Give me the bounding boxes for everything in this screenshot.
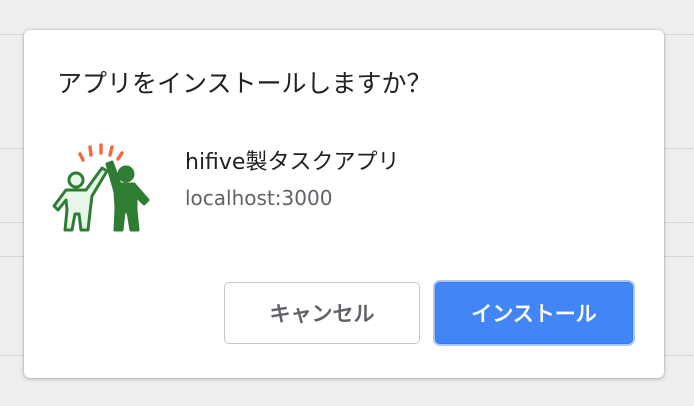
dialog-title: アプリをインストールしますか？ [57,69,432,98]
install-app-dialog: アプリをインストールしますか？ hifive製タスクアプリ localhost:… [24,30,664,378]
app-origin: localhost:3000 [185,186,333,210]
high-five-people-icon [52,140,156,236]
install-button[interactable]: インストール [435,282,633,344]
app-name: hifive製タスクアプリ [185,150,400,175]
cancel-button[interactable]: キャンセル [224,282,420,344]
